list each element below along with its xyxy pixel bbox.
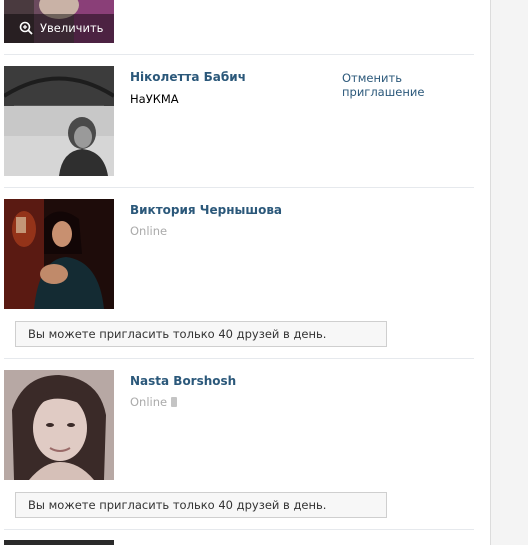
friend-photo[interactable] [4,199,114,309]
online-status: Online [130,395,168,409]
friend-name[interactable]: Nasta Borshosh [130,374,236,388]
friend-university: НаУКМА [130,92,179,106]
online-status-row: Online [130,395,178,409]
zoom-in-icon [19,21,33,35]
friend-photo[interactable] [4,370,114,480]
cancel-invitation-link[interactable]: Отменить приглашение [342,71,452,99]
separator [4,529,474,530]
online-status: Online [130,224,168,238]
separator [4,358,474,359]
friend-photo[interactable] [4,66,114,176]
zoom-button[interactable]: Увеличить [4,14,114,43]
invite-limit-notice: Вы можете пригласить только 40 друзей в … [15,492,387,518]
zoom-label: Увеличить [40,21,104,35]
next-friend-photo[interactable] [4,540,114,545]
separator [4,187,474,188]
right-column [490,0,528,545]
friend-name[interactable]: Ніколетта Бабич [130,70,246,84]
friend-name[interactable]: Виктория Чернышова [130,203,282,217]
invite-limit-notice: Вы можете пригласить только 40 друзей в … [15,321,387,347]
separator [4,54,474,55]
mobile-phone-icon [171,397,178,407]
